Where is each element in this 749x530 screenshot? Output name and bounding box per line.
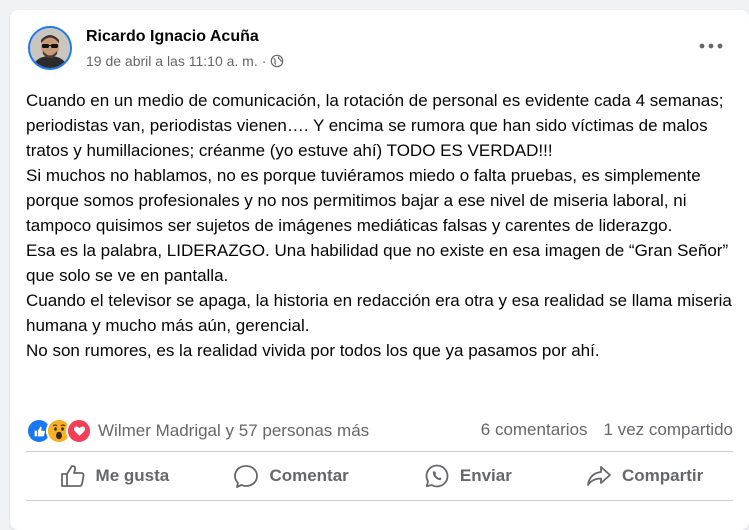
post-card: Ricardo Ignacio Acuña 19 de abril a las … [10, 10, 749, 530]
post-paragraph: Cuando en un medio de comunicación, la r… [26, 91, 724, 160]
comments-count[interactable]: 6 comentarios [481, 420, 588, 440]
send-label: Enviar [459, 466, 512, 485]
whatsapp-icon [425, 464, 449, 488]
more-options-button[interactable] [693, 32, 729, 60]
reactors-text[interactable]: Wilmer Madrigal y 57 personas más [98, 421, 369, 441]
reactions-summary[interactable]: Wilmer Madrigal y 57 personas más [26, 418, 369, 444]
ellipsis-icon [699, 43, 723, 49]
engagement-counts: 6 comentarios 1 vez compartido [481, 420, 733, 440]
post-paragraph: Cuando el televisor se apaga, la histori… [26, 291, 732, 335]
divider [26, 500, 733, 501]
post-paragraph: No son rumores, es la realidad vivida po… [26, 341, 600, 360]
profile-photo [30, 28, 70, 68]
thumbs-up-icon [60, 465, 84, 487]
comment-label: Comentar [269, 466, 349, 485]
action-bar: Me gusta Comentar Enviar Compartir [26, 456, 733, 496]
avatar[interactable] [28, 26, 72, 70]
post-paragraph: Esa es la palabra, LIDERAZGO. Una habili… [26, 241, 729, 285]
like-label: Me gusta [95, 466, 170, 485]
share-label: Compartir [622, 466, 704, 485]
comment-button[interactable]: Comentar [203, 456, 380, 496]
globe-icon[interactable] [270, 54, 284, 68]
like-button[interactable]: Me gusta [26, 456, 203, 496]
author-name[interactable]: Ricardo Ignacio Acuña [86, 28, 259, 46]
love-icon [66, 418, 92, 444]
comment-icon [234, 465, 259, 488]
meta-separator: · [261, 53, 267, 69]
send-button[interactable]: Enviar [380, 456, 557, 496]
share-button[interactable]: Compartir [556, 456, 733, 496]
post-meta: 19 de abril a las 11:10 a. m. · [86, 53, 284, 69]
divider [26, 451, 733, 452]
share-icon [587, 466, 611, 486]
shares-count[interactable]: 1 vez compartido [604, 420, 733, 440]
post-text: Cuando en un medio de comunicación, la r… [26, 88, 736, 363]
post-date[interactable]: 19 de abril a las 11:10 a. m. [86, 53, 258, 69]
post-paragraph: Si muchos no hablamos, no es porque tuvi… [26, 166, 701, 235]
